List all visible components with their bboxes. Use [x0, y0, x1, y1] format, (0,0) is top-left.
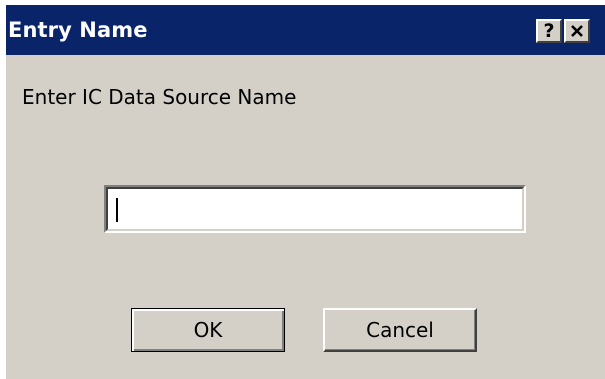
data-source-name-field[interactable] — [104, 185, 526, 233]
input-inner-border — [106, 187, 524, 231]
question-mark-icon: ? — [543, 19, 555, 42]
cancel-button[interactable]: Cancel — [323, 308, 477, 352]
title-bar[interactable]: Entry Name ? — [6, 5, 605, 55]
text-caret — [116, 198, 118, 222]
data-source-name-input[interactable] — [112, 193, 516, 223]
ok-button[interactable]: OK — [131, 308, 285, 352]
close-icon — [571, 25, 583, 37]
entry-name-dialog: Entry Name ? Enter IC Data Source Name O… — [6, 5, 605, 379]
prompt-label: Enter IC Data Source Name — [22, 85, 297, 109]
help-button[interactable]: ? — [536, 19, 562, 43]
dialog-title: Entry Name — [8, 18, 148, 42]
close-button[interactable] — [564, 19, 590, 43]
